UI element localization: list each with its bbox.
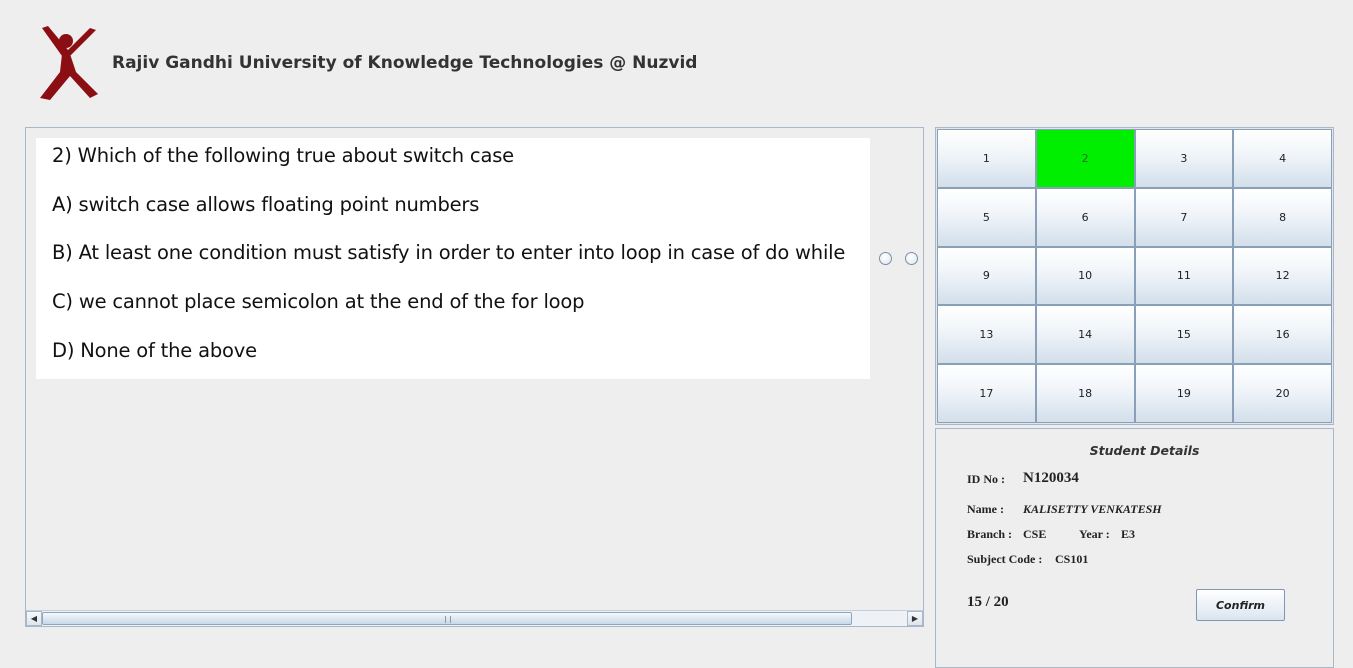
question-button-3[interactable]: 3	[1134, 129, 1234, 188]
question-button-14[interactable]: 14	[1035, 305, 1135, 365]
option-d: D) None of the above	[52, 339, 257, 362]
option-c: C) we cannot place semicolon at the end …	[52, 290, 585, 313]
confirm-button[interactable]: Confirm	[1196, 589, 1285, 621]
question-button-2[interactable]: 2	[1035, 129, 1135, 188]
branch-label: Branch :	[967, 527, 1012, 541]
question-button-5[interactable]: 5	[937, 187, 1036, 247]
question-card: 2) Which of the following true about swi…	[36, 138, 870, 379]
subject-code-label: Subject Code :	[967, 552, 1043, 566]
scroll-left-button[interactable]: ◀	[26, 611, 42, 626]
question-navigator: 1 2 3 4 5 6 7 8 9 10 11 12 13 14 15 16 1…	[935, 127, 1334, 425]
question-button-12[interactable]: 12	[1233, 246, 1332, 306]
question-text: 2) Which of the following true about swi…	[52, 144, 514, 167]
year-value: E3	[1121, 527, 1136, 541]
progress-count: 15 / 20	[967, 594, 1009, 610]
question-button-9[interactable]: 9	[937, 246, 1036, 306]
question-button-20[interactable]: 20	[1233, 364, 1332, 423]
branch-value: CSE	[1023, 527, 1047, 541]
question-button-11[interactable]: 11	[1134, 246, 1234, 306]
id-label: ID No :	[967, 472, 1005, 486]
horizontal-scrollbar[interactable]: ◀ ▶	[26, 610, 923, 626]
option-a: A) switch case allows floating point num…	[52, 193, 480, 216]
scroll-right-button[interactable]: ▶	[907, 611, 923, 626]
question-button-8[interactable]: 8	[1233, 187, 1332, 247]
question-button-18[interactable]: 18	[1035, 364, 1135, 423]
radio-button[interactable]	[905, 252, 918, 265]
grip-icon	[445, 616, 451, 623]
question-button-7[interactable]: 7	[1134, 187, 1234, 247]
year-label: Year :	[1079, 527, 1110, 541]
question-button-1[interactable]: 1	[937, 129, 1036, 188]
question-button-16[interactable]: 16	[1233, 305, 1332, 365]
student-details-panel: Student Details ID No : N120034 Name : K…	[935, 428, 1334, 668]
question-button-4[interactable]: 4	[1233, 129, 1332, 188]
question-button-6[interactable]: 6	[1035, 187, 1135, 247]
header: Rajiv Gandhi University of Knowledge Tec…	[0, 0, 1353, 120]
id-value: N120034	[1023, 470, 1079, 486]
question-button-10[interactable]: 10	[1035, 246, 1135, 306]
rgukt-logo-icon	[40, 26, 98, 100]
name-label: Name :	[967, 502, 1004, 516]
radio-button[interactable]	[879, 252, 892, 265]
name-value: KALISETTY VENKATESH	[1023, 502, 1162, 516]
subject-code-value: CS101	[1055, 552, 1089, 566]
option-b: B) At least one condition must satisfy i…	[52, 241, 846, 264]
question-button-15[interactable]: 15	[1134, 305, 1234, 365]
scroll-thumb[interactable]	[42, 612, 852, 625]
question-panel: 2) Which of the following true about swi…	[25, 127, 924, 627]
question-button-19[interactable]: 19	[1134, 364, 1234, 423]
university-title: Rajiv Gandhi University of Knowledge Tec…	[112, 53, 698, 73]
student-details-heading: Student Details	[1089, 443, 1200, 458]
question-button-13[interactable]: 13	[937, 305, 1036, 365]
question-button-17[interactable]: 17	[937, 364, 1036, 423]
